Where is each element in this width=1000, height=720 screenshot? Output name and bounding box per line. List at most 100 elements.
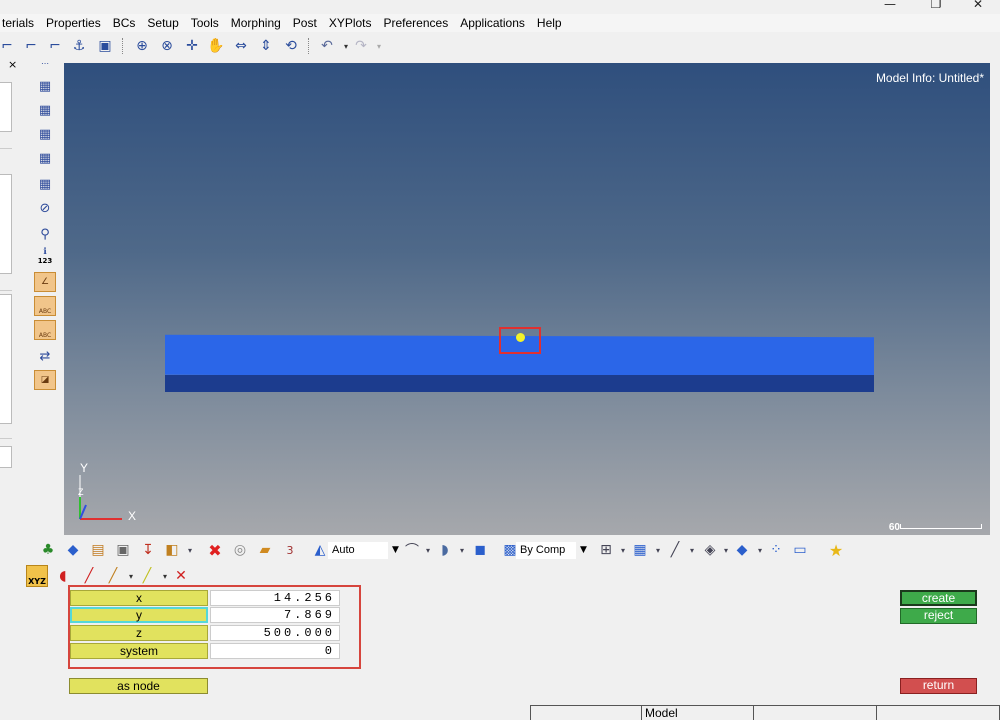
divider [0,290,12,291]
display-icon[interactable]: ▣ [113,541,133,559]
as-node-button[interactable]: as node [69,678,208,694]
menu-tools[interactable]: Tools [185,14,225,32]
element-label-icon[interactable]: ABC [34,296,56,316]
line-dropdown-icon[interactable]: ▾ [682,541,702,559]
coord-y-field[interactable]: 7.869 [210,607,340,623]
pan-vertical-icon[interactable]: ⇕ [257,37,275,55]
rotate-icon[interactable]: ⟲ [282,37,300,55]
arc-center-icon[interactable]: ◖ [52,565,74,587]
chevron-down-icon[interactable]: ▼ [580,545,587,555]
beam-side-face[interactable] [165,375,874,392]
menu-xyplots[interactable]: XYPlots [323,14,378,32]
view-axis-y-icon[interactable]: ⌐ [46,37,64,55]
restore-icon[interactable]: ❐ [916,0,956,10]
graphics-viewport[interactable]: Model Info: Untitled* Y Z X 60 [64,63,990,535]
coord-z-field[interactable]: 500.000 [210,625,340,641]
delete-icon[interactable]: ✖ [205,541,225,560]
mask-elements-icon[interactable]: ▦ [34,76,56,96]
display-mode-value[interactable]: Auto [328,541,388,559]
close-icon[interactable]: ✕ [958,0,998,10]
mask-adjacent-icon[interactable]: ▦ [34,174,56,194]
coord-x-label[interactable]: x [70,590,208,606]
redo-dropdown-icon[interactable]: ▾ [370,37,388,55]
unmask-all-icon[interactable]: ▦ [34,148,56,168]
coord-system-label[interactable]: system [70,643,208,659]
organize-icon[interactable]: ▤ [88,541,108,559]
status-cell-message [530,705,642,720]
curve-icon[interactable]: ╱ [78,565,100,587]
xyz-node-icon[interactable]: XYZ [26,565,48,587]
menu-help[interactable]: Help [531,14,568,32]
assign-icon[interactable]: ◧ [162,541,182,559]
pan-horizontal-icon[interactable]: ⇔ [232,37,250,55]
monitor-icon[interactable]: ▭ [790,541,810,559]
view-iso-icon[interactable]: ⚓ [70,37,88,55]
browser-input-box[interactable] [0,446,12,468]
clip-icon[interactable]: ⊘ [34,198,56,218]
folder-icon[interactable]: ▰ [255,541,275,559]
pan-hand-icon[interactable]: ✋ [207,37,225,55]
menu-morphing[interactable]: Morphing [225,14,287,32]
info-label: 123 [37,257,53,265]
view-save-icon[interactable]: ▣ [96,37,114,55]
zoom-window-icon[interactable]: ⊗ [158,37,176,55]
numbering-icon[interactable]: 3 [280,541,300,559]
return-button[interactable]: return [900,678,977,694]
import-icon[interactable]: ↧ [138,541,158,559]
coord-y-label[interactable]: y [70,607,208,623]
menu-bcs[interactable]: BCs [107,14,142,32]
menu-properties[interactable]: Properties [40,14,107,32]
display-mode-select[interactable]: Auto ▼ [328,541,399,559]
find-elements-icon[interactable]: ▦ [34,100,56,120]
redo-icon[interactable]: ↷ [352,37,370,55]
assign-dropdown-icon[interactable]: ▾ [180,541,200,559]
menu-materials[interactable]: terials [0,14,40,32]
mesh-shaded-icon[interactable]: ▦ [630,541,650,559]
components-icon[interactable]: ♣ [38,541,58,559]
plate-icon[interactable]: ◆ [732,541,752,559]
measure-angle-icon[interactable]: ∠ [34,272,56,292]
color-mode-value[interactable]: By Comp [516,541,576,559]
axis-x-label: X [128,509,137,523]
binoculars-icon[interactable]: ⚲ [34,224,56,244]
reverse-mask-icon[interactable]: ▦ [34,124,56,144]
transform-icon[interactable]: ⇄ [34,346,56,366]
shape-dropdown-icon[interactable]: ▾ [452,541,472,559]
hierarchy-icon[interactable]: ⁘ [766,541,786,559]
node-label-icon[interactable]: ABC [34,320,56,340]
view-axis-z-icon[interactable]: ⌐ [22,37,40,55]
model-info-label: Model Info: Untitled* [875,71,984,85]
zoom-fit-icon[interactable]: ⊕ [133,37,151,55]
minimize-icon[interactable]: — [870,0,910,10]
coord-z-label[interactable]: z [70,625,208,641]
menu-preferences[interactable]: Preferences [378,14,455,32]
info-icon[interactable]: ℹ 123 [34,246,56,268]
color-mode-select[interactable]: By Comp ▼ [516,541,587,559]
undo-icon[interactable]: ↶ [318,37,336,55]
view-axis-x-icon[interactable]: ⌐ [0,37,16,55]
menu-setup[interactable]: Setup [141,14,184,32]
chevron-down-icon[interactable]: ▼ [392,545,399,555]
rotate-center-icon[interactable]: ✛ [183,37,201,55]
cylinder-icon[interactable]: ◎ [230,541,250,559]
menu-applications[interactable]: Applications [454,14,531,32]
coord-system-field[interactable]: 0 [210,643,340,659]
divider [0,148,12,149]
delete-node-icon[interactable]: ✕ [170,565,192,587]
plane-icon[interactable]: ◪ [34,370,56,390]
status-bar: Model [0,703,1000,720]
browser-detail-area[interactable] [0,294,12,424]
reject-button[interactable]: reject [900,608,977,624]
browser-tree-area[interactable] [0,82,12,132]
axis-z-label: Z [78,487,84,497]
menu-post[interactable]: Post [287,14,323,32]
browser-list-area[interactable] [0,174,12,274]
shading-icon[interactable]: ◭ [310,541,330,559]
create-button[interactable]: create [900,590,977,606]
coord-x-field[interactable]: 14.256 [210,590,340,606]
collectors-icon[interactable]: ◆ [63,541,83,559]
close-panel-icon[interactable]: × [8,58,17,71]
solid-box-icon[interactable]: ◼ [470,541,490,559]
star-icon[interactable]: ★ [826,541,846,560]
node-highlight-box [499,327,541,354]
